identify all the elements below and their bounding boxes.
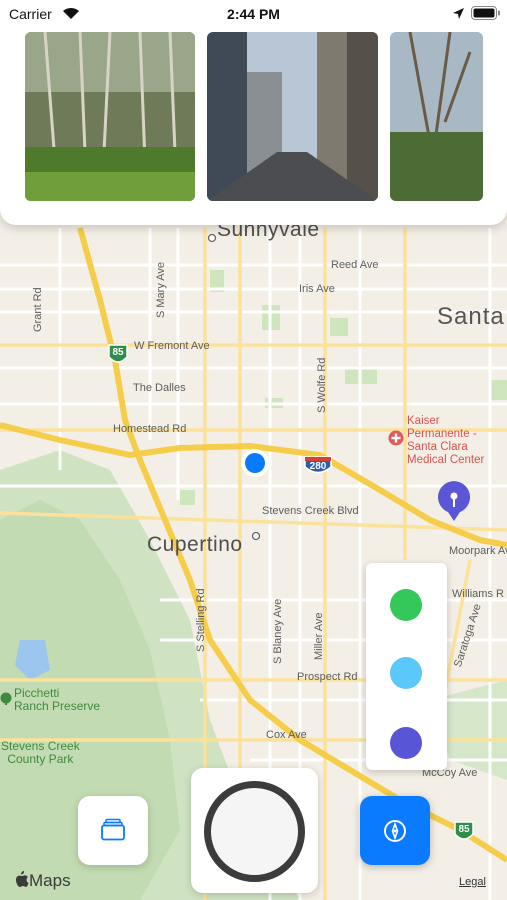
forest-photo xyxy=(25,32,195,201)
legal-link[interactable]: Legal xyxy=(459,876,486,888)
highway-shield-number: 85 xyxy=(458,824,470,835)
poi-label-line: Medical Center xyxy=(407,454,485,466)
poi-label-line: Santa Clara xyxy=(407,441,468,453)
street-label-reed-ave: Reed Ave xyxy=(331,259,379,271)
hospital-icon[interactable] xyxy=(388,430,404,446)
compass-button[interactable] xyxy=(360,796,430,865)
poi-label-kaiser[interactable]: Kaiser Permanente - Santa Clara Medical … xyxy=(407,415,484,467)
color-option-purple[interactable] xyxy=(390,727,422,759)
poi-label-line: Ranch Preserve xyxy=(14,699,101,713)
poi-label-line: Permanente - xyxy=(407,428,477,440)
street-label-s-wolfe-rd: S Wolfe Rd xyxy=(316,357,328,413)
apple-logo-icon xyxy=(16,871,29,887)
street-label-prospect-rd: Prospect Rd xyxy=(297,671,358,683)
shutter-button[interactable] xyxy=(204,781,305,882)
city-street-photo xyxy=(207,32,378,201)
location-arrow-icon xyxy=(453,8,464,19)
city-label-cupertino: Cupertino xyxy=(147,533,243,556)
highway-shield-number: 85 xyxy=(112,347,124,358)
layers-icon xyxy=(101,818,125,841)
highway-shield-85: 85 xyxy=(106,343,130,367)
battery-icon xyxy=(471,6,500,20)
highway-shield-280: 280 xyxy=(302,454,334,478)
apple-maps-logo: Maps xyxy=(13,870,71,891)
city-label-santa-clara: Santa xyxy=(437,303,505,330)
poi-label-line: County Park xyxy=(7,752,74,766)
color-option-light-blue[interactable] xyxy=(390,657,422,689)
park-icon xyxy=(0,692,12,705)
street-label-williams-rd: Williams R xyxy=(452,588,504,600)
street-label-cox-ave: Cox Ave xyxy=(266,729,307,741)
clock-label: 2:44 PM xyxy=(227,6,280,22)
street-label-grant-rd: Grant Rd xyxy=(32,287,44,332)
photo-thumbnail-forest[interactable] xyxy=(25,32,195,201)
street-label-iris-ave: Iris Ave xyxy=(299,283,335,295)
poi-label-stevens-creek-park[interactable]: Stevens Creek County Park xyxy=(1,740,80,766)
photo-thumbnail-trees[interactable] xyxy=(390,32,483,201)
poi-label-line: Kaiser xyxy=(407,415,440,427)
city-marker-cupertino xyxy=(251,531,261,541)
city-marker-sunnyvale xyxy=(207,233,217,243)
photo-strip-panel xyxy=(0,0,507,225)
street-label-miller-ave: Miller Ave xyxy=(313,612,325,660)
street-label-stevens-creek-blvd: Stevens Creek Blvd xyxy=(262,505,359,517)
street-label-homestead-rd: Homestead Rd xyxy=(113,423,187,435)
color-option-green[interactable] xyxy=(390,589,422,621)
photo-library-button[interactable] xyxy=(78,796,148,865)
compass-icon xyxy=(384,820,406,842)
street-label-s-blaney-ave: S Blaney Ave xyxy=(272,598,284,664)
street-label-moorpark-ave: Moorpark Ave xyxy=(449,545,507,557)
street-label-w-fremont-ave: W Fremont Ave xyxy=(134,340,210,352)
street-label-the-dalles: The Dalles xyxy=(133,382,186,394)
poi-label-picchetti[interactable]: Picchetti Ranch Preserve xyxy=(14,687,100,713)
highway-shield-number: 280 xyxy=(309,461,327,472)
highway-shield-85-south: 85 xyxy=(452,820,476,844)
street-label-s-mary-ave: S Mary Ave xyxy=(155,261,167,318)
map-pin-icon[interactable] xyxy=(436,481,472,523)
capture-panel xyxy=(191,768,318,893)
street-label-s-stelling-rd: S Stelling Rd xyxy=(195,588,207,652)
user-location-dot[interactable] xyxy=(239,447,271,479)
status-bar: Carrier 2:44 PM xyxy=(0,0,507,28)
maps-logo-text: Maps xyxy=(29,871,71,890)
trees-photo xyxy=(390,32,483,201)
photo-thumbnail-city-street[interactable] xyxy=(207,32,378,201)
color-picker-panel xyxy=(366,563,447,770)
